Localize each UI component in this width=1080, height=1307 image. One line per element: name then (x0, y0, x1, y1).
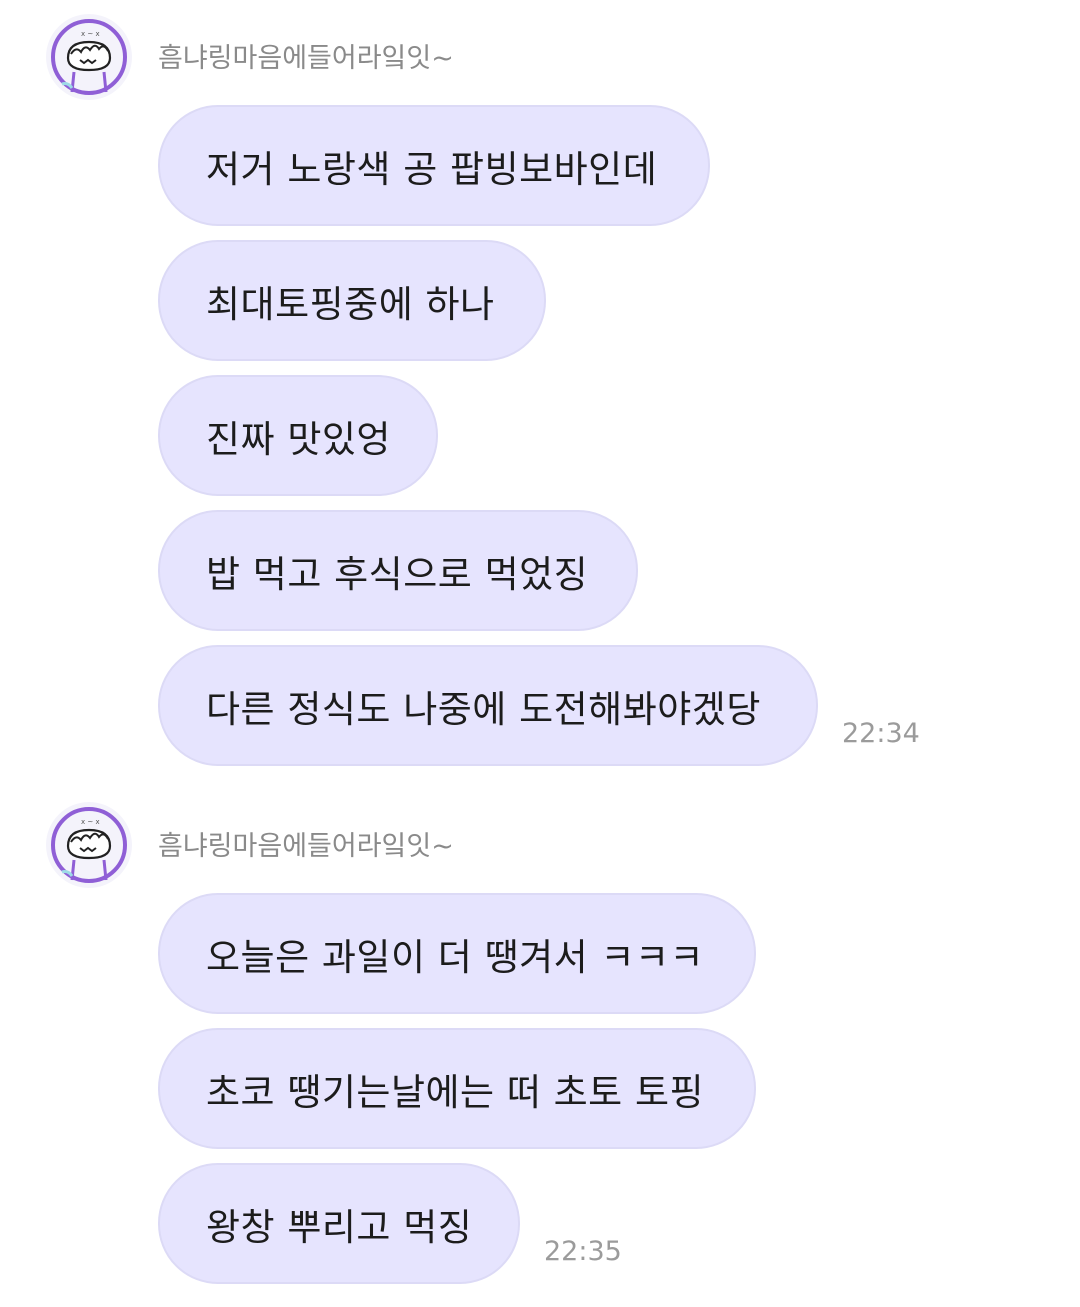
message-timestamp: 22:34 (842, 718, 920, 749)
svg-text:x ~ x: x ~ x (81, 818, 100, 826)
svg-text:x ~ x: x ~ x (81, 30, 100, 38)
message-bubble[interactable]: 밥 먹고 후식으로 먹었징 (158, 510, 638, 631)
avatar[interactable]: x ~ x (46, 802, 132, 888)
message-bubble[interactable]: 왕창 뿌리고 먹징 (158, 1163, 520, 1284)
sender-name: 흠냐링마음에들어라잌잇~ (158, 43, 454, 74)
cartoon-face-icon: x ~ x (51, 807, 127, 883)
avatar[interactable]: x ~ x (46, 14, 132, 100)
cartoon-face-icon: x ~ x (51, 19, 127, 95)
message-bubble[interactable]: 진짜 맛있엉 (158, 375, 438, 496)
message-bubble[interactable]: 오늘은 과일이 더 땡겨서 ㅋㅋㅋ (158, 893, 756, 1014)
message-bubble[interactable]: 다른 정식도 나중에 도전해봐야겠당 (158, 645, 818, 766)
message-bubble[interactable]: 최대토핑중에 하나 (158, 240, 546, 361)
message-timestamp: 22:35 (544, 1236, 622, 1267)
sender-name: 흠냐링마음에들어라잌잇~ (158, 831, 454, 862)
message-bubble[interactable]: 초코 땡기는날에는 떠 초토 토핑 (158, 1028, 756, 1149)
message-bubble[interactable]: 저거 노랑색 공 팝빙보바인데 (158, 105, 710, 226)
